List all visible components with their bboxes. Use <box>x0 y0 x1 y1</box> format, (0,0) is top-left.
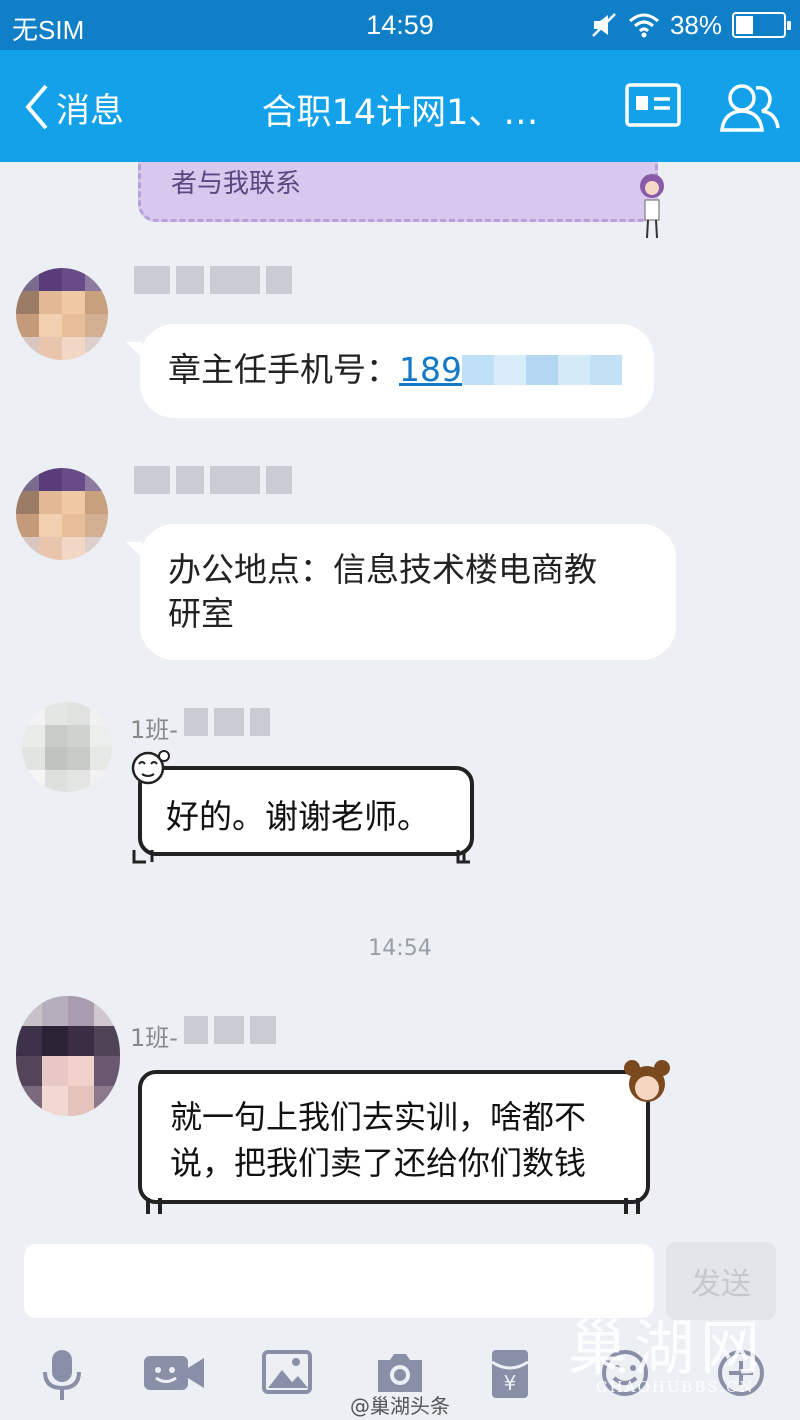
watermark-url: CHAOHUBBS.CN <box>596 1378 755 1396</box>
message-text: 好的。谢谢老师。 <box>166 797 430 836</box>
message-bubble[interactable]: 就一句上我们去实训，啥都不 说，把我们卖了还给你们数钱 <box>138 1070 650 1204</box>
chat-area[interactable]: 者与我联系 章主任手机号：189 办公地点：信息技术楼电商教 研室 1班- 好的… <box>0 162 800 1230</box>
nav-bar: 消息 合职14计网1、… <box>0 50 800 162</box>
sticker-face-icon <box>131 750 170 785</box>
chat-title: 合职14计网1、… <box>261 93 539 133</box>
message-text: 章主任手机号： <box>168 350 399 389</box>
message-bubble[interactable]: 章主任手机号：189 <box>126 324 654 418</box>
sender-name <box>184 1016 276 1046</box>
battery-icon: ⚡ <box>732 12 791 38</box>
red-packet-icon[interactable]: ¥ <box>490 1348 530 1400</box>
phone-number-visible: 189 <box>399 350 462 389</box>
timestamp: 14:54 <box>368 936 432 961</box>
phone-number-link[interactable]: 189 <box>399 350 622 389</box>
group-members-icon[interactable] <box>718 80 782 134</box>
phone-number-redacted <box>462 355 622 385</box>
sticker-feet-icon <box>132 850 470 864</box>
avatar[interactable] <box>16 468 108 560</box>
camera-icon[interactable] <box>374 1348 426 1396</box>
back-button[interactable]: 消息 <box>22 82 124 132</box>
message-bubble[interactable]: 好的。谢谢老师。 <box>138 766 474 856</box>
sticker-boy-icon <box>624 1060 670 1102</box>
watermark-logo: 巢湖网 <box>568 1314 766 1384</box>
sender-name-prefix: 1班- <box>130 716 178 744</box>
chevron-left-icon <box>25 84 48 130</box>
sticker-girl-icon <box>640 174 664 239</box>
message-text-line-2: 说，把我们卖了还给你们数钱 <box>170 1144 587 1182</box>
sender-name <box>134 266 292 296</box>
message-input[interactable] <box>24 1244 654 1318</box>
message-text-line-1: 就一句上我们去实训，啥都不 <box>170 1098 587 1136</box>
avatar[interactable] <box>16 268 108 360</box>
sender-name <box>184 708 270 738</box>
image-icon[interactable] <box>262 1348 312 1396</box>
message-text-line-2: 研室 <box>168 594 234 633</box>
watermark-handle: @巢湖头条 <box>350 1394 450 1418</box>
status-bar: 无SIM 14:59 38% ⚡ <box>0 0 800 50</box>
avatar[interactable] <box>16 996 120 1116</box>
video-call-icon[interactable] <box>142 1348 206 1398</box>
battery-percent: 38% <box>669 9 722 40</box>
sender-name <box>134 466 292 496</box>
sticker-feet-icon <box>146 1198 640 1214</box>
back-label: 消息 <box>56 90 124 131</box>
avatar[interactable] <box>22 702 112 792</box>
wifi-icon <box>628 13 659 38</box>
message-bubble-previous[interactable]: 者与我联系 <box>138 162 658 222</box>
mute-icon <box>592 13 616 37</box>
message-bubble[interactable]: 办公地点：信息技术楼电商教 研室 <box>126 524 676 660</box>
message-text-line-1: 办公地点：信息技术楼电商教 <box>168 550 597 589</box>
previous-message-text: 者与我联系 <box>171 169 302 199</box>
charging-bolt-icon: ⚡ <box>751 14 767 36</box>
sender-name-prefix: 1班- <box>130 1024 178 1052</box>
status-icons: 38% ⚡ <box>590 8 791 42</box>
group-card-icon[interactable] <box>624 80 682 130</box>
svg-text:¥: ¥ <box>504 1371 517 1395</box>
microphone-icon[interactable] <box>40 1348 84 1404</box>
